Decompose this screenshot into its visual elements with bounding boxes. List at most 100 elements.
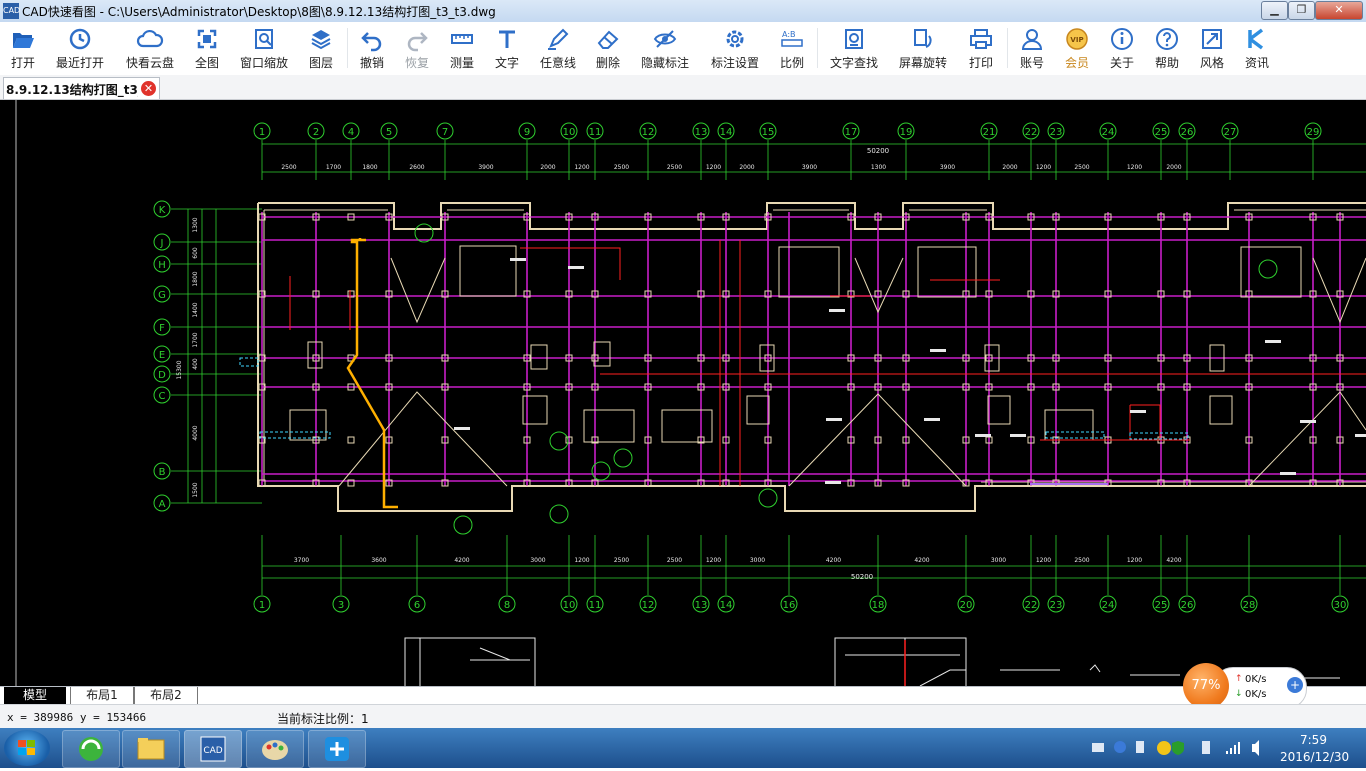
document-tab[interactable]: 8.9.12.13结构打图_t3_t3.dwg ✕	[3, 77, 160, 99]
top-span-dimension: 2500	[667, 164, 682, 171]
undo-icon	[361, 32, 382, 52]
memory-percent-ball[interactable]: 77%	[1183, 663, 1229, 709]
window-title: CAD快速看图 - C:\Users\Administrator\Desktop…	[22, 5, 496, 19]
measure-button[interactable]: 测量	[446, 26, 478, 72]
axis-label-top: 2	[313, 127, 319, 138]
axis-label-top: 5	[386, 127, 392, 138]
axis-label-top: 12	[642, 127, 655, 138]
close-tab-icon[interactable]: ✕	[141, 81, 156, 96]
annotation-text	[1355, 434, 1366, 437]
left-dimension: 1800	[192, 271, 199, 286]
cursor-coordinates: x = 389986 y = 153466	[7, 711, 147, 724]
recent-clock-icon	[69, 28, 91, 50]
inner-wall-line	[263, 209, 1366, 483]
clock-time[interactable]: 7:59	[1300, 733, 1327, 747]
cyan-detail	[239, 357, 259, 367]
axis-label-top: 11	[589, 127, 602, 138]
top-span-dimension: 3900	[802, 164, 817, 171]
top-span-dimension: 2500	[1074, 164, 1089, 171]
axis-label-bottom: 12	[642, 600, 655, 611]
cloud-disk-button[interactable]: 快看云盘	[122, 26, 178, 72]
hide-annotation-button[interactable]: 隐藏标注	[637, 26, 693, 72]
recent-open-button[interactable]: 最近打开	[52, 26, 108, 72]
drawing-canvas[interactable]: 1 2 4 5 7 9 10 11 12 13 14 15 17 19 21 22 23 24 25 26 27 29 1 3…	[0, 100, 1366, 686]
style-button[interactable]: 风格	[1195, 26, 1229, 72]
undo-button[interactable]: 撤销	[356, 26, 388, 72]
delete-button[interactable]: 删除	[592, 26, 624, 72]
taskbar-plus-app[interactable]	[308, 730, 366, 768]
tab-model[interactable]: 模型	[4, 687, 66, 704]
top-span-dimension: 2000	[1002, 164, 1017, 171]
section-bubble	[549, 504, 569, 524]
about-button[interactable]: 关于	[1105, 26, 1139, 72]
freeline-label: 任意线	[539, 56, 576, 70]
top-span-dimension: 3900	[940, 164, 955, 171]
window-zoom-button[interactable]: 窗口缩放	[236, 26, 292, 72]
vip-button[interactable]: VIP 会员	[1060, 26, 1094, 72]
top-span-dimension: 2600	[409, 164, 424, 171]
top-span-dimension: 2500	[614, 164, 629, 171]
top-span-dimension: 1200	[1036, 164, 1051, 171]
slope-line	[338, 391, 508, 487]
left-dimension: 1700	[192, 332, 199, 347]
close-window-button[interactable]: ✕	[1315, 1, 1363, 20]
tab-layout1[interactable]: 布局1	[70, 687, 134, 705]
scale-button[interactable]: A:B 比例	[776, 26, 808, 72]
windows-logo-icon	[18, 740, 35, 755]
slope-line	[1248, 391, 1366, 487]
tab-layout2[interactable]: 布局2	[134, 687, 198, 705]
redo-button[interactable]: 恢复	[401, 26, 433, 72]
svg-text:CAD: CAD	[203, 746, 222, 756]
windows-taskbar: CAD 7:59 2016/12/30	[0, 728, 1366, 768]
open-button[interactable]: 打开	[4, 26, 42, 72]
axis-label-top: 21	[983, 127, 996, 138]
maximize-button[interactable]: ❐	[1288, 1, 1315, 20]
vip-icon: VIP	[1066, 28, 1088, 50]
fullview-button[interactable]: 全图	[190, 26, 224, 72]
account-button[interactable]: 账号	[1015, 26, 1049, 72]
tray-icons	[1092, 740, 1259, 756]
annotation-settings-button[interactable]: 标注设置	[707, 26, 763, 72]
start-button[interactable]	[4, 730, 50, 766]
network-icon	[1226, 742, 1240, 754]
annotation-text	[568, 266, 584, 269]
browser-icon	[79, 737, 103, 761]
speed-plus-button[interactable]: +	[1287, 677, 1303, 693]
bottom-span-dimension: 2500	[1074, 557, 1089, 564]
print-button[interactable]: 打印	[964, 26, 998, 72]
bottom-span-dimension: 2500	[614, 557, 629, 564]
top-span-dimension: 2500	[281, 164, 296, 171]
left-dimension: 1500	[192, 482, 199, 497]
download-arrow-icon: ↓	[1235, 689, 1243, 699]
bottom-span-dimension: 4200	[826, 557, 841, 564]
news-button[interactable]: 资讯	[1240, 26, 1274, 72]
paint-icon	[262, 740, 288, 760]
section-bubble	[1258, 259, 1278, 279]
bottom-span-dimension: 1200	[574, 557, 589, 564]
screen-rotate-button[interactable]: 屏幕旋转	[895, 26, 951, 72]
hide-annotation-label: 隐藏标注	[640, 56, 689, 70]
layers-button[interactable]: 图层	[304, 26, 338, 72]
opening	[1240, 246, 1302, 298]
minimize-button[interactable]: ▁	[1261, 1, 1288, 20]
axis-label-top: 27	[1224, 127, 1237, 138]
help-button[interactable]: 帮助	[1150, 26, 1184, 72]
annotation-text	[930, 349, 946, 352]
vip-badge-text: VIP	[1070, 36, 1083, 44]
text-button[interactable]: 文字	[491, 26, 523, 72]
freeline-button[interactable]: 任意线	[537, 26, 579, 72]
taskbar-cad-app[interactable]: CAD	[184, 730, 242, 768]
left-dimension: 4000	[192, 425, 199, 440]
scale-icon: A:B	[781, 30, 803, 47]
info-icon	[1111, 28, 1133, 50]
print-label: 打印	[968, 56, 993, 70]
clock-date[interactable]: 2016/12/30	[1280, 750, 1349, 764]
axis-label-bottom: 13	[695, 600, 708, 611]
taskbar-explorer[interactable]	[122, 730, 180, 768]
bottom-span-dimension: 4200	[1166, 557, 1181, 564]
taskbar-paint[interactable]	[246, 730, 304, 768]
network-speed-widget[interactable]: 77% ↑ ↓ 0K/s 0K/s +	[1183, 663, 1307, 709]
axis-label-bottom: 18	[872, 600, 885, 611]
text-search-button[interactable]: 文字查找	[826, 26, 882, 72]
taskbar-browser[interactable]	[62, 730, 120, 768]
